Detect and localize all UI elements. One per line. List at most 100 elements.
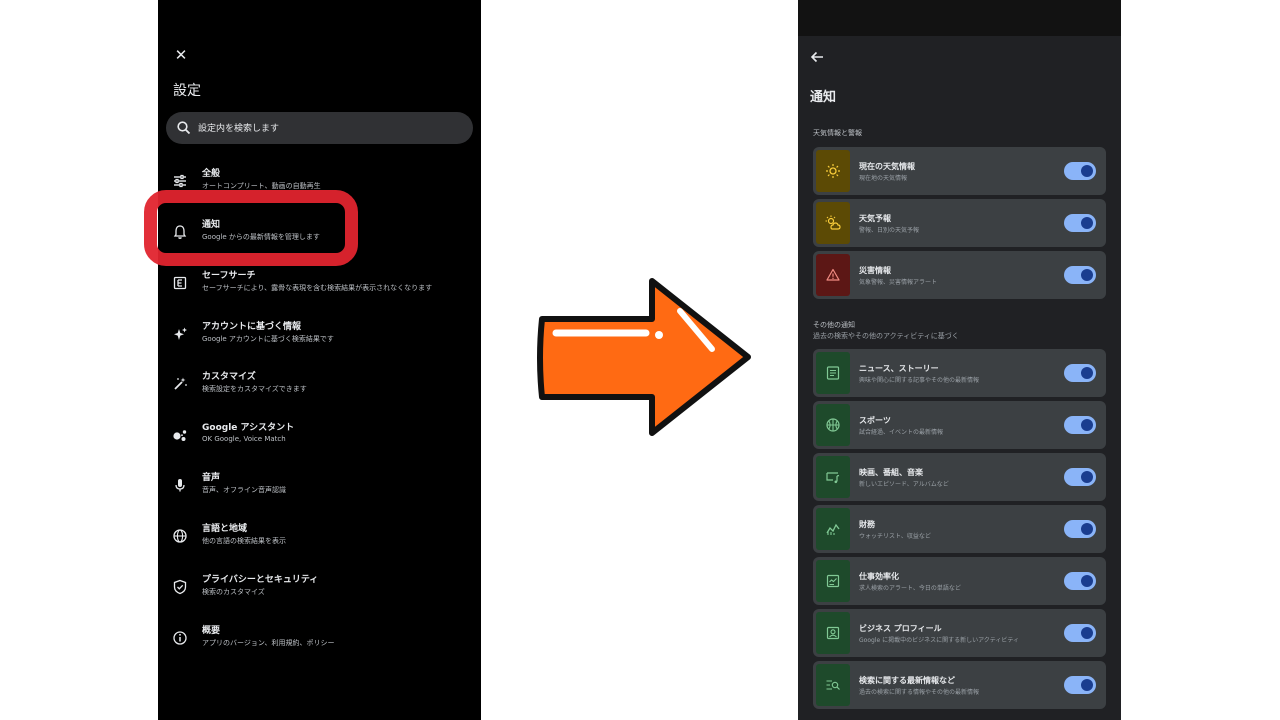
toggle-knob <box>1081 269 1093 281</box>
close-icon[interactable]: ✕ <box>170 44 192 66</box>
toggle-switch[interactable] <box>1064 266 1096 284</box>
tv-music-icon <box>826 472 840 484</box>
mic-icon <box>175 479 185 492</box>
settings-item-account-info[interactable]: アカウントに基づく情報 Google アカウントに基づく検索結果です <box>158 316 481 356</box>
item-description: 気象警報、災害情報アラート <box>859 279 938 286</box>
toggle-switch[interactable] <box>1064 624 1096 642</box>
right-arrow-icon <box>537 278 751 436</box>
toggle-knob <box>1081 575 1093 587</box>
item-label: 音声 <box>202 473 221 483</box>
icon-swatch <box>816 254 850 296</box>
settings-screen: ✕ 設定 設定内を検索します 全般 オートコンプリート、動画の自動再生 通知 G… <box>158 0 481 720</box>
globe-icon <box>173 529 187 543</box>
item-description: 検索のカスタマイズ <box>202 588 265 596</box>
settings-item-privacy-security[interactable]: プライバシーとセキュリティ 検索のカスタマイズ <box>158 569 481 609</box>
item-label: 現在の天気情報 <box>859 162 915 171</box>
icon-swatch <box>816 612 850 654</box>
settings-item-customize[interactable]: カスタマイズ 検索設定をカスタマイズできます <box>158 366 481 406</box>
icon-swatch <box>816 352 850 394</box>
notification-item-search-updates[interactable]: 検索に関する最新情報など 過去の検索に関する情報やその他の最新情報 <box>813 661 1106 709</box>
tune-icon <box>174 174 186 188</box>
toggle-switch[interactable] <box>1064 520 1096 538</box>
toggle-switch[interactable] <box>1064 676 1096 694</box>
article-icon <box>826 366 840 380</box>
item-label: 検索に関する最新情報など <box>859 676 955 685</box>
notification-item-media[interactable]: 映画、番組、音楽 新しいエピソード、アルバムなど <box>813 453 1106 501</box>
notification-item-finance[interactable]: 財務 ウォッチリスト、収益など <box>813 505 1106 553</box>
item-label: 言語と地域 <box>202 524 248 534</box>
notification-item-business-profile[interactable]: ビジネス プロフィール Google に掲載中のビジネスに関する新しいアクティビ… <box>813 609 1106 657</box>
search-input[interactable]: 設定内を検索します <box>198 121 279 134</box>
notification-item-current-weather[interactable]: 現在の天気情報 現在地の天気情報 <box>813 147 1106 195</box>
warning-icon <box>826 268 840 281</box>
toggle-switch[interactable] <box>1064 364 1096 382</box>
item-description: 過去の検索に関する情報やその他の最新情報 <box>859 689 980 696</box>
page-title: 通知 <box>810 90 837 105</box>
notification-item-sports[interactable]: スポーツ 試合経過、イベントの最新情報 <box>813 401 1106 449</box>
item-label: 全般 <box>202 169 221 179</box>
toggle-switch[interactable] <box>1064 162 1096 180</box>
sun-icon <box>826 164 840 178</box>
item-description: 現在地の天気情報 <box>859 175 908 182</box>
notification-item-news[interactable]: ニュース、ストーリー 興味や関心に関する記事やその他の最新情報 <box>813 349 1106 397</box>
item-description: 音声、オフライン音声認識 <box>202 486 286 494</box>
toggle-knob <box>1081 679 1093 691</box>
icon-swatch <box>816 202 850 244</box>
toggle-knob <box>1081 627 1093 639</box>
toggle-knob <box>1081 165 1093 177</box>
item-label: 災害情報 <box>859 266 891 275</box>
settings-item-safesearch[interactable]: セーフサーチ セーフサーチにより、露骨な表現を含む検索結果が表示されなくなります <box>158 265 481 305</box>
notification-item-productivity[interactable]: 仕事効率化 求人検索のアラート、今日の単語など <box>813 557 1106 605</box>
settings-item-assistant[interactable]: Google アシスタント OK Google, Voice Match <box>158 417 481 457</box>
toggle-switch[interactable] <box>1064 214 1096 232</box>
partly-cloudy-icon <box>825 215 841 230</box>
shield-icon <box>173 579 187 595</box>
icon-swatch <box>816 560 850 602</box>
item-description: 他の言語の検索結果を表示 <box>202 537 286 545</box>
icon-swatch <box>816 150 850 192</box>
item-label: Google アシスタント <box>202 423 295 433</box>
item-label: ビジネス プロフィール <box>859 624 942 633</box>
notification-item-disaster[interactable]: 災害情報 気象警報、災害情報アラート <box>813 251 1106 299</box>
icon-swatch <box>816 508 850 550</box>
item-description: ウォッチリスト、収益など <box>859 533 931 540</box>
item-description: 求人検索のアラート、今日の単語など <box>859 585 961 592</box>
toggle-knob <box>1081 419 1093 431</box>
item-description: 興味や関心に関する記事やその他の最新情報 <box>859 377 980 384</box>
page-title: 設定 <box>173 83 201 99</box>
icon-swatch <box>816 456 850 498</box>
safesearch-icon <box>173 276 187 290</box>
chart-icon <box>826 523 840 535</box>
item-label: 財務 <box>859 520 875 529</box>
item-label: カスタマイズ <box>202 372 256 382</box>
item-label: 映画、番組、音楽 <box>859 468 923 477</box>
settings-item-about[interactable]: 概要 アプリのバージョン、利用規約、ポリシー <box>158 620 481 660</box>
item-description: Google に掲載中のビジネスに関する新しいアクティビティ <box>859 637 1020 644</box>
productivity-icon <box>826 574 840 588</box>
assistant-icon <box>173 430 187 441</box>
item-description: アプリのバージョン、利用規約、ポリシー <box>202 639 335 647</box>
back-arrow-icon[interactable] <box>808 48 826 66</box>
search-bar[interactable]: 設定内を検索します <box>166 112 473 144</box>
magic-wand-icon <box>174 377 187 390</box>
icon-swatch <box>816 404 850 446</box>
search-icon <box>177 121 191 135</box>
settings-item-language-region[interactable]: 言語と地域 他の言語の検索結果を表示 <box>158 518 481 558</box>
item-description: セーフサーチにより、露骨な表現を含む検索結果が表示されなくなります <box>202 284 433 292</box>
item-description: Google アカウントに基づく検索結果です <box>202 335 334 343</box>
item-label: 天気予報 <box>859 214 891 223</box>
toggle-switch[interactable] <box>1064 416 1096 434</box>
item-label: 仕事効率化 <box>859 572 899 581</box>
item-description: 警報、日別の天気予報 <box>859 227 920 234</box>
settings-item-voice[interactable]: 音声 音声、オフライン音声認識 <box>158 467 481 507</box>
item-description: 試合経過、イベントの最新情報 <box>859 429 944 436</box>
notification-item-forecast[interactable]: 天気予報 警報、日別の天気予報 <box>813 199 1106 247</box>
toggle-switch[interactable] <box>1064 468 1096 486</box>
item-label: セーフサーチ <box>202 271 256 281</box>
item-label: プライバシーとセキュリティ <box>202 575 319 585</box>
toggle-switch[interactable] <box>1064 572 1096 590</box>
status-bar <box>798 0 1121 36</box>
toggle-knob <box>1081 367 1093 379</box>
notifications-screen: 通知 天気情報と警報 現在の天気情報 現在地の天気情報 天気予報 警報、日別の天… <box>798 0 1121 720</box>
section-heading-other: その他の通知 <box>813 321 855 329</box>
